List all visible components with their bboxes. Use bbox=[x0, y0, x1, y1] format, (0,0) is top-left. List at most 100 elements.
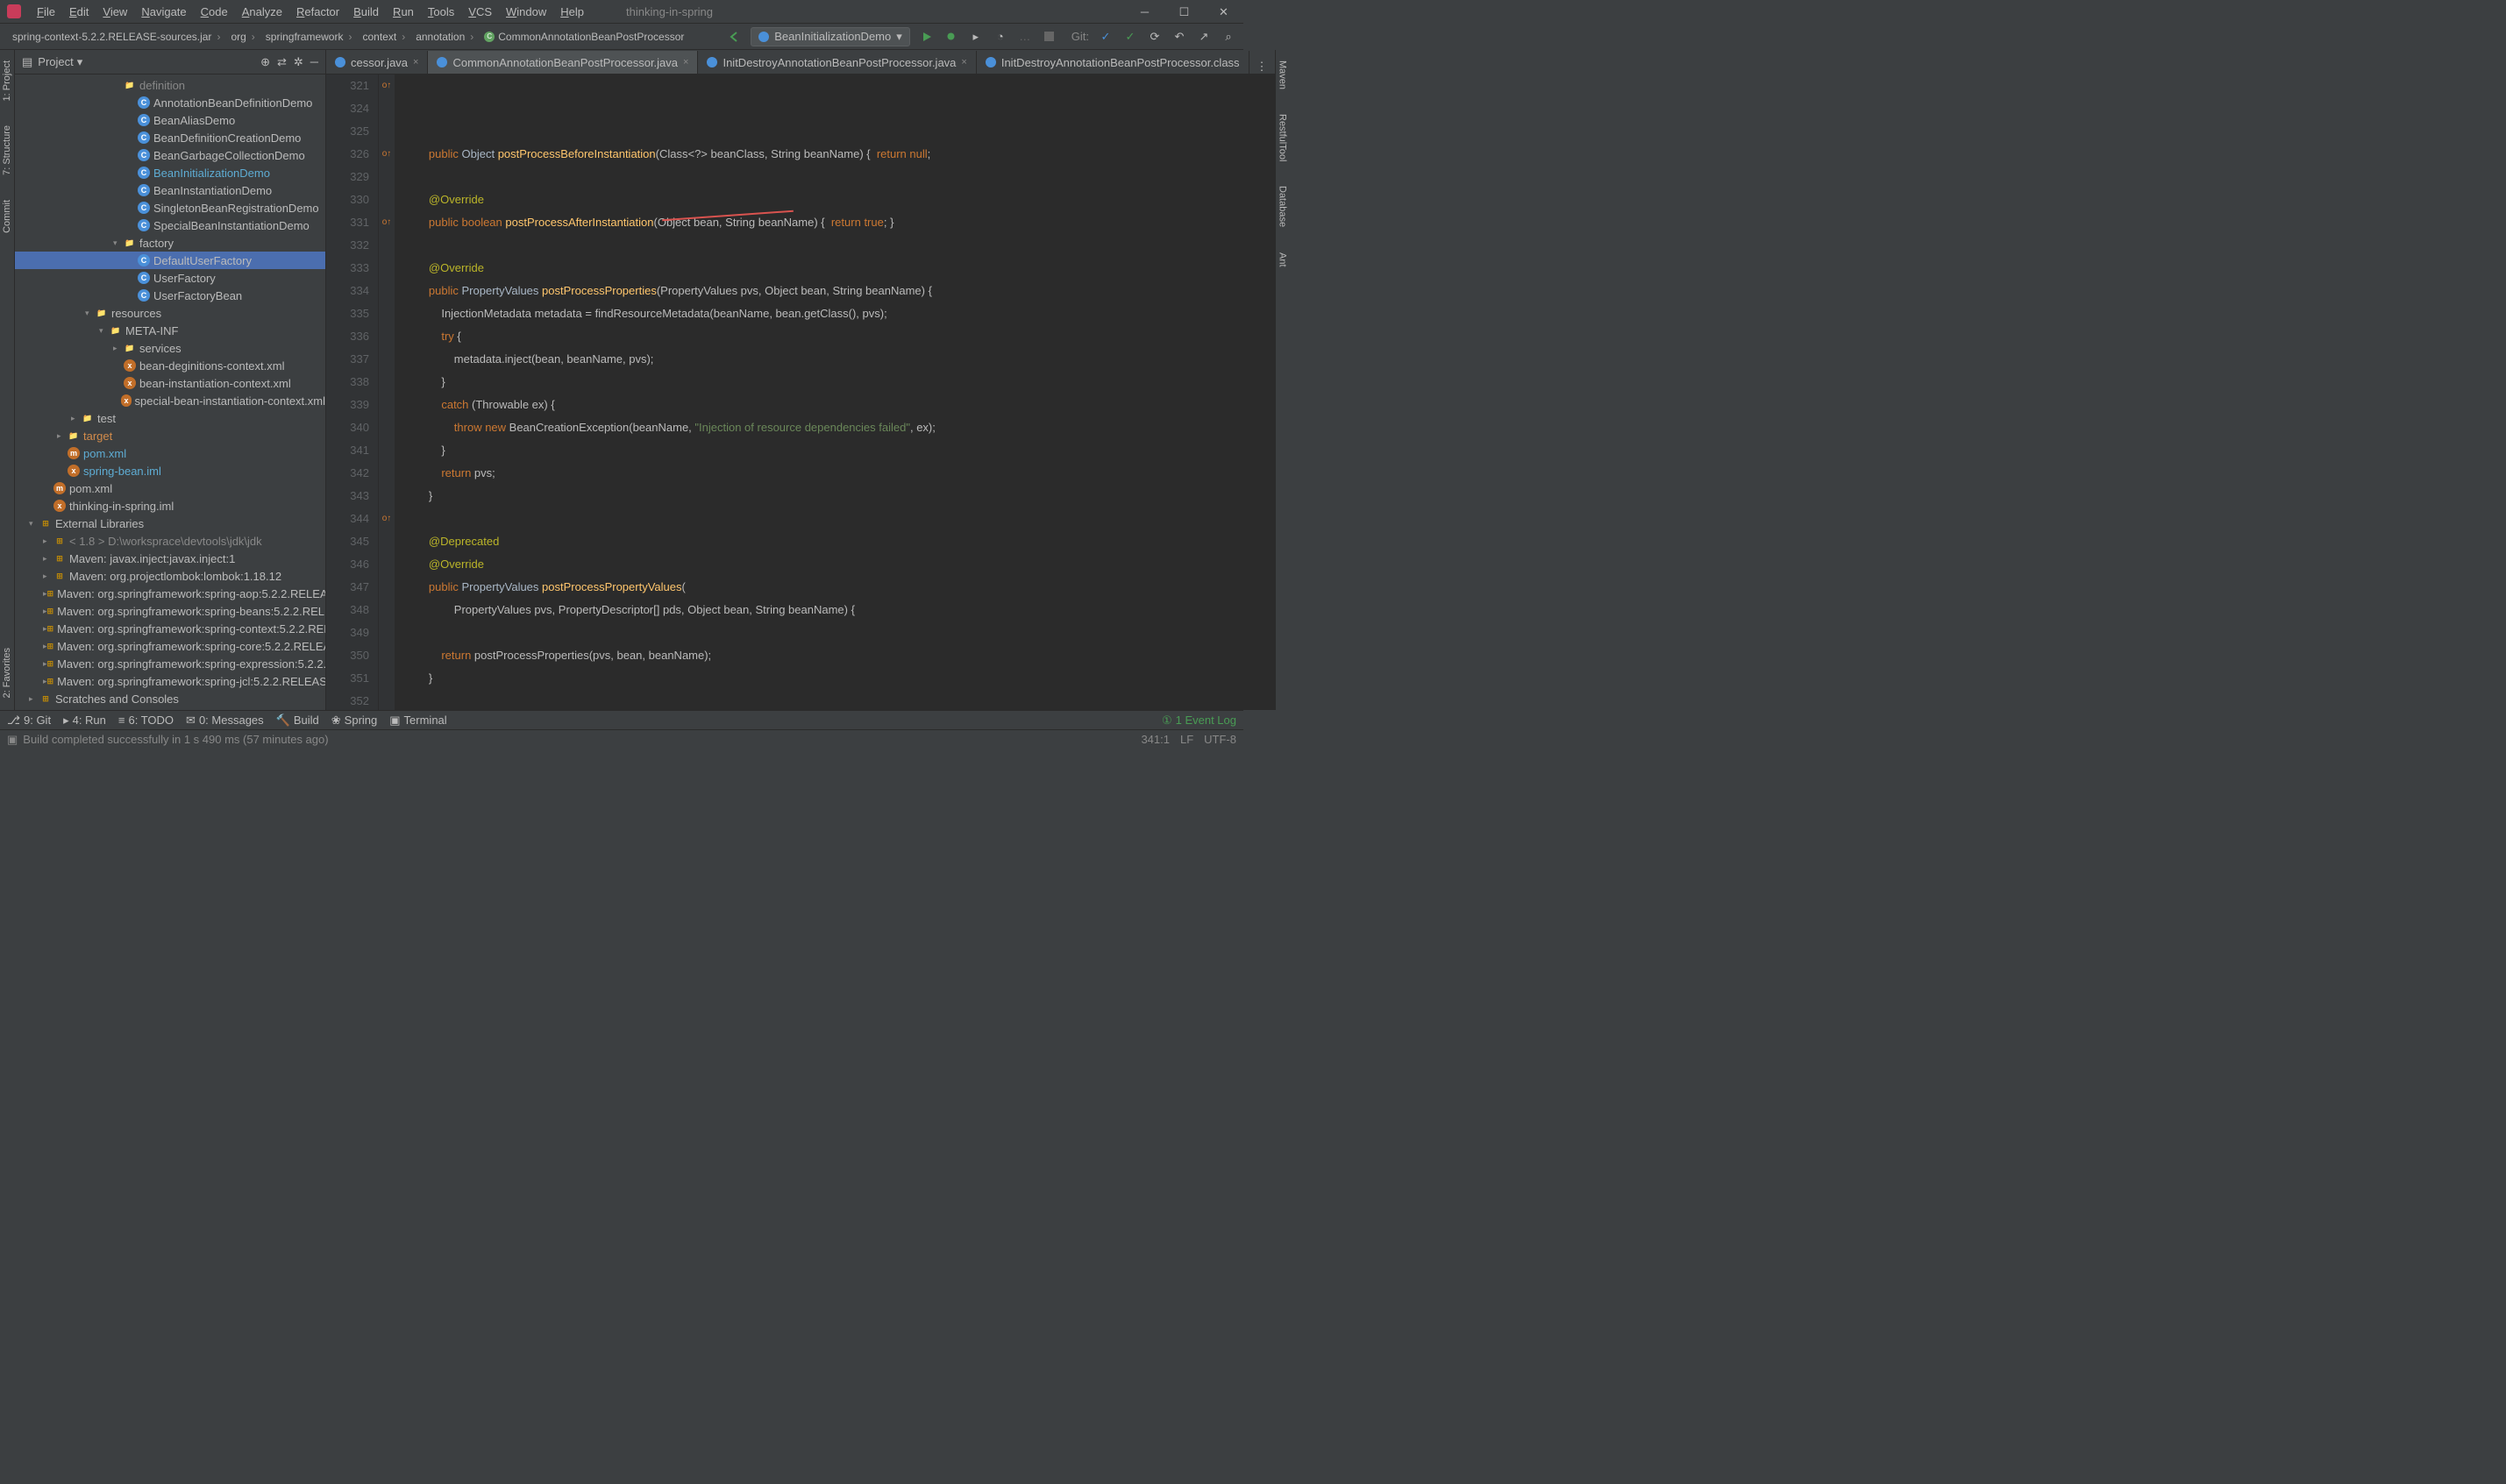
gutter-marks[interactable]: o↑ o↑ o↑ o↑ bbox=[379, 75, 395, 710]
database-tool-tab[interactable]: Database bbox=[1276, 182, 1290, 231]
project-panel-title[interactable]: Project bbox=[38, 55, 73, 68]
locate-icon[interactable]: ⊕ bbox=[260, 55, 270, 69]
structure-tool-tab[interactable]: 7: Structure bbox=[0, 122, 14, 179]
favorites-tool-tab[interactable]: 2: Favorites bbox=[0, 644, 14, 701]
restful-tool-tab[interactable]: RestfulTool bbox=[1276, 110, 1290, 165]
git-push-icon[interactable]: ↗ bbox=[1196, 29, 1212, 45]
run-config-selector[interactable]: BeanInitializationDemo ▾ bbox=[751, 27, 910, 46]
stop-button[interactable] bbox=[1042, 29, 1057, 45]
line-separator[interactable]: LF bbox=[1180, 733, 1193, 746]
git-update-icon[interactable]: ✓ bbox=[1098, 29, 1114, 45]
minimize-button[interactable]: ─ bbox=[1125, 0, 1164, 24]
menu-navigate[interactable]: Navigate bbox=[134, 5, 193, 18]
tree-node[interactable]: mpom.xml bbox=[15, 444, 325, 462]
editor-tab[interactable]: InitDestroyAnnotationBeanPostProcessor.j… bbox=[698, 51, 976, 74]
tree-node[interactable]: CAnnotationBeanDefinitionDemo bbox=[15, 94, 325, 111]
menu-build[interactable]: Build bbox=[346, 5, 386, 18]
tree-node[interactable]: ▾📁resources bbox=[15, 304, 325, 322]
menu-view[interactable]: View bbox=[96, 5, 134, 18]
menu-help[interactable]: Help bbox=[553, 5, 591, 18]
tree-node[interactable]: mpom.xml bbox=[15, 479, 325, 497]
hide-icon[interactable]: ─ bbox=[310, 55, 318, 69]
close-tab-icon[interactable]: × bbox=[961, 57, 966, 67]
breadcrumb-item[interactable]: annotation bbox=[410, 31, 479, 43]
close-tab-icon[interactable]: × bbox=[683, 57, 688, 67]
close-tab-icon[interactable]: × bbox=[413, 57, 418, 67]
tree-node[interactable]: ▸⊞Maven: org.springframework:spring-bean… bbox=[15, 602, 325, 620]
override-icon[interactable]: o↑ bbox=[382, 211, 392, 234]
tree-node[interactable]: CBeanGarbageCollectionDemo bbox=[15, 146, 325, 164]
tree-node[interactable]: ▸📁services bbox=[15, 339, 325, 357]
tree-node[interactable]: CSpecialBeanInstantiationDemo bbox=[15, 217, 325, 234]
breadcrumb-item[interactable]: springframework bbox=[260, 31, 358, 43]
back-arrow-icon[interactable] bbox=[726, 29, 742, 45]
tree-node[interactable]: CDefaultUserFactory bbox=[15, 252, 325, 269]
tree-node[interactable]: ▸⊞Maven: org.springframework:spring-jcl:… bbox=[15, 672, 325, 690]
breadcrumb-item[interactable]: CCommonAnnotationBeanPostProcessor bbox=[479, 31, 689, 43]
search-icon[interactable]: ⌕ bbox=[1221, 29, 1236, 45]
tree-node[interactable]: CBeanAliasDemo bbox=[15, 111, 325, 129]
git-history-icon[interactable]: ⟳ bbox=[1147, 29, 1163, 45]
terminal-tool-button[interactable]: ▣ Terminal bbox=[389, 714, 446, 728]
coverage-button[interactable]: ▸ bbox=[968, 29, 984, 45]
todo-tool-button[interactable]: ≡ 6: TODO bbox=[118, 714, 174, 727]
tree-node[interactable]: ▸📁target bbox=[15, 427, 325, 444]
menu-analyze[interactable]: Analyze bbox=[235, 5, 289, 18]
tree-node[interactable]: CSingletonBeanRegistrationDemo bbox=[15, 199, 325, 217]
code-editor[interactable]: 3213243253263293303313323333343353363373… bbox=[326, 75, 1275, 710]
git-revert-icon[interactable]: ↶ bbox=[1171, 29, 1187, 45]
override-icon[interactable]: o↑ bbox=[382, 508, 392, 530]
tree-node[interactable]: xbean-instantiation-context.xml bbox=[15, 374, 325, 392]
project-tool-tab[interactable]: 1: Project bbox=[0, 57, 14, 104]
debug-button[interactable] bbox=[943, 29, 959, 45]
tree-node[interactable]: CBeanDefinitionCreationDemo bbox=[15, 129, 325, 146]
tabs-overflow-icon[interactable]: ⋮ bbox=[1249, 60, 1275, 74]
tree-node[interactable]: xthinking-in-spring.iml bbox=[15, 497, 325, 515]
menu-edit[interactable]: Edit bbox=[62, 5, 96, 18]
line-gutter[interactable]: 3213243253263293303313323333343353363373… bbox=[326, 75, 379, 710]
menu-window[interactable]: Window bbox=[499, 5, 553, 18]
git-commit-icon[interactable]: ✓ bbox=[1122, 29, 1138, 45]
override-icon[interactable]: o↑ bbox=[382, 75, 392, 97]
tree-node[interactable]: ▸⊞Maven: org.projectlombok:lombok:1.18.1… bbox=[15, 567, 325, 585]
file-encoding[interactable]: UTF-8 bbox=[1204, 733, 1236, 746]
gear-icon[interactable]: ✲ bbox=[294, 55, 303, 69]
build-tool-button[interactable]: 🔨 Build bbox=[276, 714, 319, 728]
menu-refactor[interactable]: Refactor bbox=[289, 5, 346, 18]
chevron-down-icon[interactable]: ▾ bbox=[77, 55, 83, 69]
tree-node[interactable]: ▸⊞Maven: javax.inject:javax.inject:1 bbox=[15, 550, 325, 567]
cursor-position[interactable]: 341:1 bbox=[1141, 733, 1170, 746]
tree-node[interactable]: CBeanInitializationDemo bbox=[15, 164, 325, 181]
tree-node[interactable]: xbean-deginitions-context.xml bbox=[15, 357, 325, 374]
tree-node[interactable]: ▸⊞Maven: org.springframework:spring-core… bbox=[15, 637, 325, 655]
messages-tool-button[interactable]: ✉ 0: Messages bbox=[186, 714, 264, 728]
maximize-button[interactable]: ☐ bbox=[1164, 0, 1204, 24]
tree-node[interactable]: ▾📁factory bbox=[15, 234, 325, 252]
event-log-button[interactable]: ① 1 Event Log bbox=[1162, 714, 1236, 728]
tree-node[interactable]: ▾📁META-INF bbox=[15, 322, 325, 339]
git-tool-button[interactable]: ⎇ 9: Git bbox=[7, 714, 51, 728]
tree-node[interactable]: CUserFactoryBean bbox=[15, 287, 325, 304]
menu-vcs[interactable]: VCS bbox=[461, 5, 499, 18]
tree-node[interactable]: ▸⊞Scratches and Consoles bbox=[15, 690, 325, 707]
tree-node[interactable]: xspecial-bean-instantiation-context.xml bbox=[15, 392, 325, 409]
tree-node[interactable]: ▸⊞Maven: org.springframework:spring-cont… bbox=[15, 620, 325, 637]
tree-node[interactable]: ▸⊞< 1.8 > D:\worksprace\devtools\jdk\jdk bbox=[15, 532, 325, 550]
commit-tool-tab[interactable]: Commit bbox=[0, 196, 14, 237]
spring-tool-button[interactable]: ❀ Spring bbox=[331, 714, 377, 728]
code-text-area[interactable]: public Object postProcessBeforeInstantia… bbox=[395, 75, 1275, 710]
tree-node[interactable]: 📁definition bbox=[15, 76, 325, 94]
menu-run[interactable]: Run bbox=[386, 5, 421, 18]
breadcrumb-item[interactable]: spring-context-5.2.2.RELEASE-sources.jar bbox=[7, 31, 225, 43]
attach-button[interactable]: … bbox=[1017, 29, 1033, 45]
breadcrumb-item[interactable]: context bbox=[357, 31, 410, 43]
menu-tools[interactable]: Tools bbox=[421, 5, 461, 18]
breadcrumb-item[interactable]: org bbox=[225, 31, 260, 43]
menu-code[interactable]: Code bbox=[194, 5, 235, 18]
tree-node[interactable]: ▸⊞Maven: org.springframework:spring-aop:… bbox=[15, 585, 325, 602]
editor-tab[interactable]: cessor.java× bbox=[326, 51, 428, 74]
ant-tool-tab[interactable]: Ant bbox=[1276, 249, 1290, 271]
editor-tab[interactable]: CommonAnnotationBeanPostProcessor.java× bbox=[428, 51, 698, 74]
override-icon[interactable]: o↑ bbox=[382, 143, 392, 166]
tree-node[interactable]: ▸⊞Maven: org.springframework:spring-expr… bbox=[15, 655, 325, 672]
